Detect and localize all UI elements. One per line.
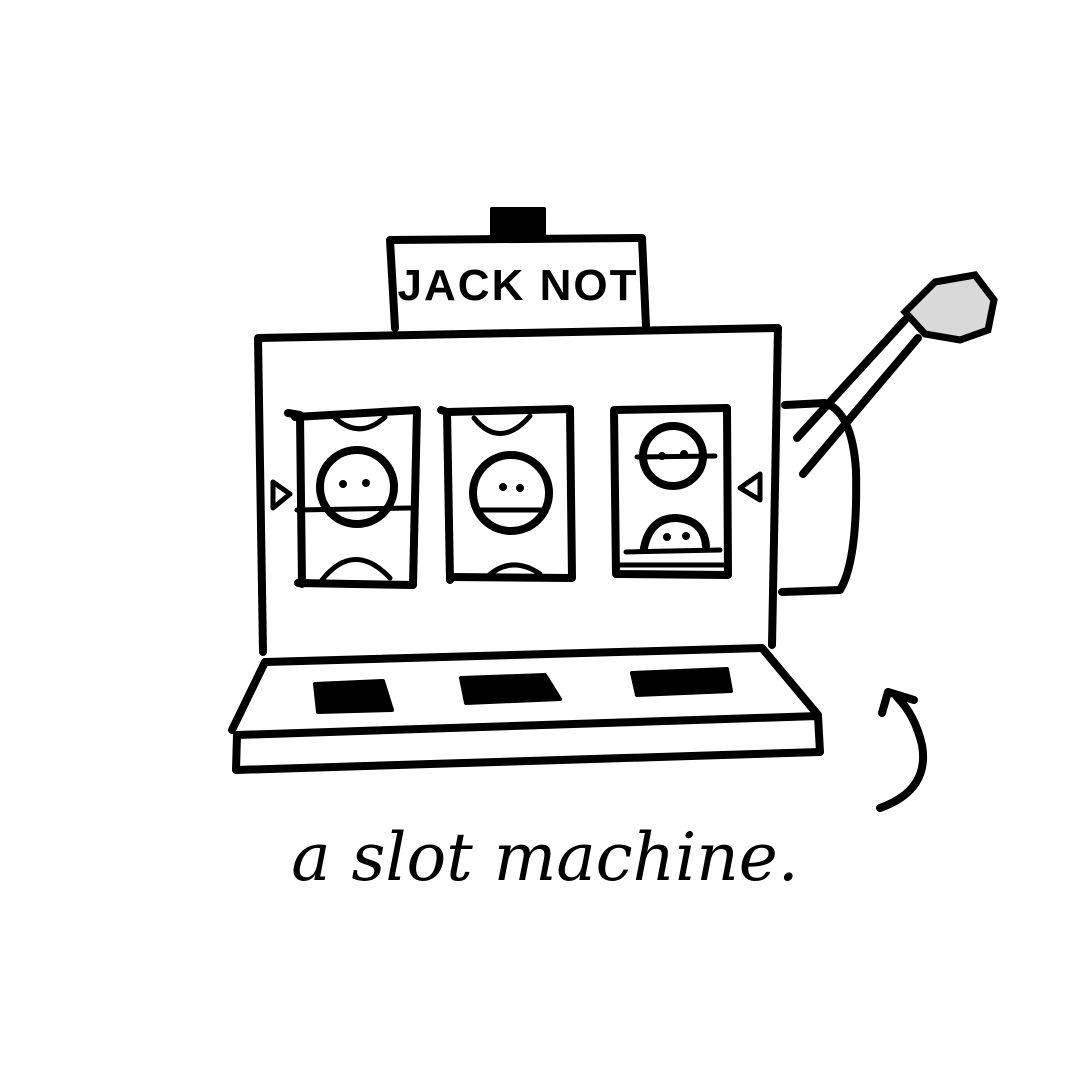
side-panel — [778, 399, 861, 596]
caption: a slot machine. — [291, 819, 799, 896]
button-right — [630, 667, 733, 697]
lever-icon — [793, 271, 998, 478]
button-left — [313, 679, 394, 714]
slot-machine-sketch: JACK NOT a slot machine. — [228, 207, 998, 896]
reel-window-3 — [610, 404, 732, 579]
left-reel-indicator-icon — [270, 479, 293, 511]
reel-window-2 — [437, 405, 576, 584]
reel-window-1 — [284, 406, 421, 589]
coin-slot-icon — [490, 207, 546, 237]
curved-arrow-icon — [876, 688, 928, 812]
button-middle — [459, 673, 562, 705]
jackpot-sign: JACK NOT — [386, 234, 650, 332]
machine-base — [228, 644, 824, 774]
right-reel-indicator-icon — [737, 471, 763, 503]
sign-label: JACK NOT — [398, 261, 639, 310]
